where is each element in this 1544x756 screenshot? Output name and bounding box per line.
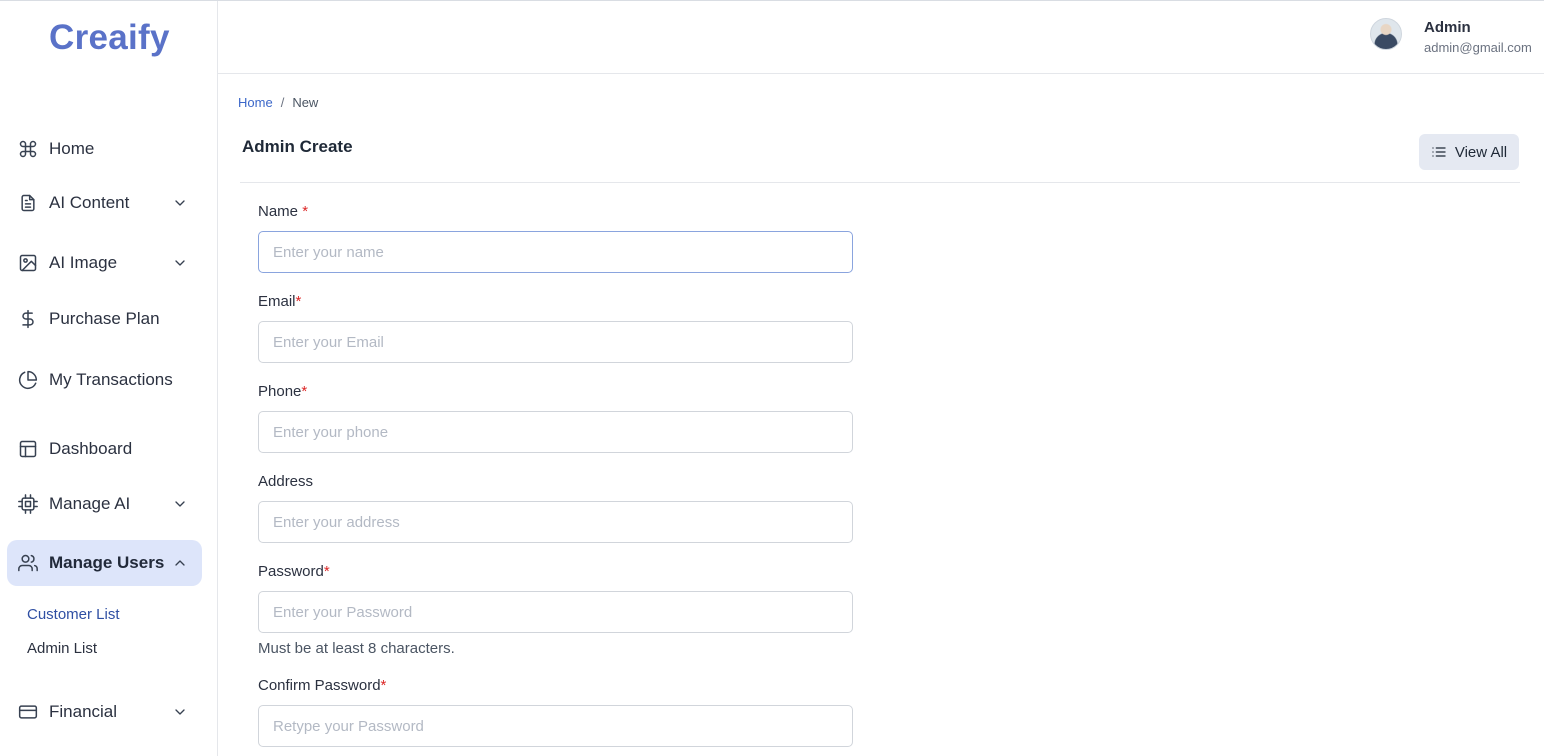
- sidebar-item-label: AI Image: [49, 253, 118, 272]
- sidebar-item-ai-image[interactable]: AI Image: [7, 240, 202, 286]
- sidebar-item-manage-users[interactable]: Manage Users: [7, 540, 202, 586]
- name-input[interactable]: [258, 231, 853, 273]
- sidebar-item-label: Manage Users: [49, 553, 165, 572]
- phone-input[interactable]: [258, 411, 853, 453]
- sidebar-item-label: My Transactions: [49, 370, 173, 389]
- breadcrumb: Home / New: [238, 95, 318, 110]
- breadcrumb-home-link[interactable]: Home: [238, 95, 273, 110]
- password-input[interactable]: [258, 591, 853, 633]
- sidebar-item-label: Dashboard: [49, 439, 133, 458]
- password-help-text: Must be at least 8 characters.: [258, 640, 455, 657]
- sidebar-item-my-transactions[interactable]: My Transactions: [7, 357, 202, 403]
- phone-label: Phone*: [258, 383, 307, 400]
- cpu-icon: [17, 493, 39, 515]
- brand-logo[interactable]: Creaify: [49, 18, 170, 58]
- password-label: Password*: [258, 563, 330, 580]
- pie-chart-icon: [17, 369, 39, 391]
- chevron-down-icon: [172, 496, 188, 512]
- address-label: Address: [258, 473, 314, 490]
- page-title: Admin Create: [242, 137, 353, 156]
- image-icon: [17, 252, 39, 274]
- breadcrumb-current: New: [292, 95, 319, 110]
- view-all-button[interactable]: View All: [1419, 134, 1519, 170]
- sidebar-item-label: Purchase Plan: [49, 309, 160, 328]
- address-input[interactable]: [258, 501, 853, 543]
- sidebar-item-label: Manage AI: [49, 494, 131, 513]
- layout-icon: [17, 438, 39, 460]
- chevron-down-icon: [172, 255, 188, 271]
- sidebar-item-purchase-plan[interactable]: Purchase Plan: [7, 296, 202, 342]
- document-icon: [17, 192, 39, 214]
- dollar-icon: [17, 308, 39, 330]
- email-label-text: Email: [258, 293, 296, 310]
- sidebar: Creaify Home AI Content AI Image Purchas…: [0, 1, 218, 756]
- user-email: admin@gmail.com: [1424, 40, 1532, 55]
- sidebar-item-label: Home: [49, 139, 95, 158]
- email-input[interactable]: [258, 321, 853, 363]
- user-name: Admin: [1424, 19, 1471, 36]
- sidebar-item-ai-content[interactable]: AI Content: [7, 180, 202, 226]
- sidebar-item-label: AI Content: [49, 193, 130, 212]
- submenu-item-admin-list[interactable]: Admin List: [27, 640, 97, 657]
- required-mark: *: [301, 383, 308, 400]
- required-mark: *: [302, 203, 309, 220]
- chevron-down-icon: [172, 195, 188, 211]
- top-header: Admin admin@gmail.com: [218, 1, 1544, 74]
- required-mark: *: [295, 293, 302, 310]
- credit-card-icon: [17, 701, 39, 723]
- confirm-password-label: Confirm Password*: [258, 677, 386, 694]
- header-divider: [240, 182, 1520, 183]
- main-content: Home / New Admin Create View All Name * Em…: [218, 74, 1544, 756]
- confirm-password-input[interactable]: [258, 705, 853, 747]
- sidebar-item-label: Financial: [49, 702, 118, 721]
- name-label-text: Name: [258, 203, 299, 220]
- breadcrumb-separator: /: [280, 95, 285, 110]
- phone-label-text: Phone: [258, 383, 302, 400]
- name-label: Name *: [258, 203, 308, 220]
- email-label: Email*: [258, 293, 301, 310]
- users-icon: [17, 552, 39, 574]
- sidebar-item-home[interactable]: Home: [7, 126, 202, 172]
- view-all-label: View All: [1454, 143, 1508, 161]
- sidebar-item-dashboard[interactable]: Dashboard: [7, 426, 202, 472]
- sidebar-item-financial[interactable]: Financial: [7, 689, 202, 735]
- command-icon: [17, 138, 39, 160]
- app-root: Creaify Home AI Content AI Image Purchas…: [0, 0, 1544, 756]
- avatar[interactable]: [1370, 18, 1402, 50]
- chevron-down-icon: [172, 704, 188, 720]
- sidebar-item-manage-ai[interactable]: Manage AI: [7, 481, 202, 527]
- list-icon: [1432, 147, 1446, 157]
- required-mark: *: [323, 563, 330, 580]
- chevron-up-icon: [172, 555, 188, 571]
- confirm-password-label-text: Confirm Password: [258, 677, 381, 694]
- password-label-text: Password: [258, 563, 324, 580]
- required-mark: *: [380, 677, 387, 694]
- submenu-item-customer-list[interactable]: Customer List: [27, 606, 120, 623]
